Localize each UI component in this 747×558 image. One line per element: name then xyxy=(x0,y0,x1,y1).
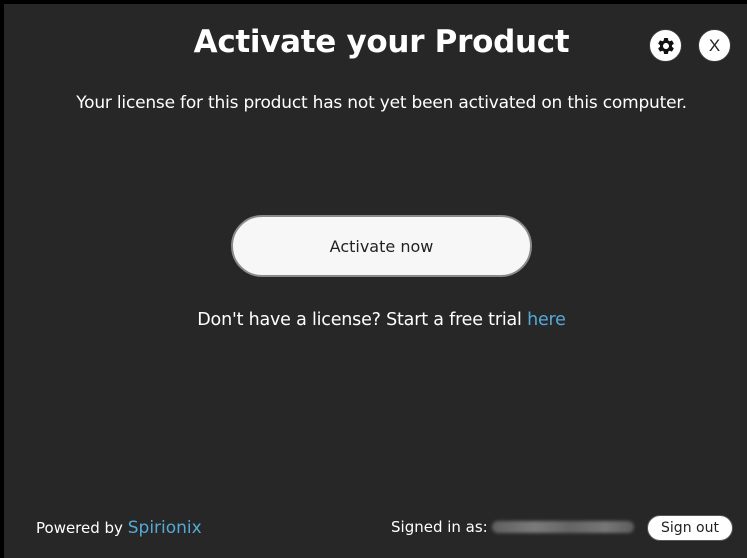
free-trial-prompt: Don't have a license? Start a free trial… xyxy=(4,310,747,330)
close-button[interactable]: X xyxy=(698,29,731,62)
sign-out-button[interactable]: Sign out xyxy=(647,515,733,541)
free-trial-link[interactable]: here xyxy=(527,310,566,330)
settings-button[interactable] xyxy=(649,29,682,62)
signed-in-email-redacted xyxy=(491,521,634,533)
activate-now-button[interactable]: Activate now xyxy=(231,215,532,277)
powered-by: Powered by Spirionix xyxy=(36,518,202,538)
activation-dialog: Activate your Product X Your license for… xyxy=(4,4,747,558)
gear-icon xyxy=(657,37,674,54)
brand-link[interactable]: Spirionix xyxy=(128,518,202,538)
signed-in-label: Signed in as: xyxy=(391,518,488,536)
signed-in-status: Signed in as: xyxy=(391,518,634,536)
license-message: Your license for this product has not ye… xyxy=(76,93,687,113)
free-trial-text: Don't have a license? Start a free trial xyxy=(197,310,522,330)
close-icon: X xyxy=(708,36,721,55)
powered-by-label: Powered by xyxy=(36,519,123,537)
dialog-title: Activate your Product xyxy=(193,24,570,60)
